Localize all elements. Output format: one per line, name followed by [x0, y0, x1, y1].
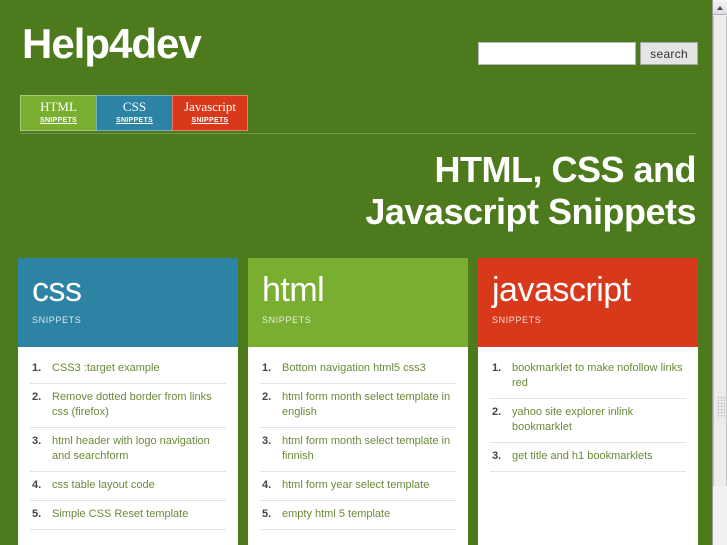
list-item[interactable]: html form month select template in engli…	[260, 384, 456, 428]
list-item[interactable]: html form month select template in finni…	[260, 428, 456, 472]
nav-tab-css-sub: SNIPPETS	[115, 117, 154, 124]
list-item[interactable]: css table layout code	[30, 472, 226, 501]
snippet-card-css-header[interactable]: css SNIPPETS	[18, 258, 238, 347]
nav-tab-html-sub: SNIPPETS	[39, 117, 78, 124]
nav-tab-javascript-title: Javascript	[184, 99, 236, 114]
list-item[interactable]: Remove dotted border from links css (fir…	[30, 384, 226, 428]
nav-tab-css[interactable]: CSS SNIPPETS	[96, 95, 172, 131]
snippet-link[interactable]: empty html 5 template	[282, 508, 390, 520]
snippet-link[interactable]: get title and h1 bookmarklets	[512, 450, 653, 462]
list-item[interactable]: Simple CSS Reset template	[30, 501, 226, 530]
snippet-list-javascript: bookmarklet to make nofollow links red y…	[478, 347, 698, 472]
snippet-link[interactable]: html form month select template in finni…	[282, 435, 450, 462]
page-title-line-1: HTML, CSS and	[434, 149, 697, 190]
snippet-card-javascript-subtitle: SNIPPETS	[492, 315, 542, 325]
snippet-card-javascript: javascript SNIPPETS bookmarklet to make …	[478, 258, 698, 545]
snippet-card-css-title: css	[32, 271, 82, 309]
snippet-link[interactable]: Simple CSS Reset template	[52, 508, 188, 520]
list-item[interactable]: html header with logo navigation and sea…	[30, 428, 226, 472]
list-item[interactable]: bookmarklet to make nofollow links red	[490, 355, 686, 399]
list-item[interactable]: empty html 5 template	[260, 501, 456, 530]
search-input[interactable]	[478, 42, 637, 65]
list-item[interactable]: CSS3 :target example	[30, 355, 226, 384]
nav-tab-javascript-sub: SNIPPETS	[191, 117, 229, 124]
page-title-line-2: Javascript Snippets	[365, 191, 696, 232]
list-item[interactable]: Bottom navigation html5 css3	[260, 355, 456, 384]
header-divider	[20, 133, 696, 134]
vertical-scrollbar[interactable]	[712, 0, 727, 545]
main-navigation: HTML SNIPPETS CSS SNIPPETS Javascript SN…	[20, 95, 248, 131]
snippet-link[interactable]: html form month select template in engli…	[282, 391, 450, 418]
snippet-card-html-title: html	[262, 271, 325, 309]
site-header: Help4dev search HTML SNIPPETS CSS SNIPPE…	[0, 0, 712, 143]
snippet-list-html: Bottom navigation html5 css3 html form m…	[248, 347, 468, 530]
list-item[interactable]: get title and h1 bookmarklets	[490, 443, 686, 472]
snippet-card-javascript-title: javascript	[492, 271, 631, 309]
search-button[interactable]: search	[640, 42, 698, 65]
nav-tab-javascript[interactable]: Javascript SNIPPETS	[172, 95, 248, 131]
list-item[interactable]: yahoo site explorer inlink bookmarklet	[490, 399, 686, 443]
snippet-link[interactable]: Bottom navigation html5 css3	[282, 362, 426, 374]
snippet-link[interactable]: yahoo site explorer inlink bookmarklet	[512, 406, 633, 433]
snippet-card-grid: css SNIPPETS CSS3 :target example Remove…	[18, 258, 698, 545]
snippet-list-css: CSS3 :target example Remove dotted borde…	[18, 347, 238, 530]
snippet-link[interactable]: html form year select template	[282, 479, 429, 491]
scrollbar-grip	[717, 396, 725, 418]
snippet-card-css-subtitle: SNIPPETS	[32, 315, 82, 325]
snippet-card-html: html SNIPPETS Bottom navigation html5 cs…	[248, 258, 468, 545]
nav-tab-css-title: CSS	[122, 99, 147, 114]
snippet-link[interactable]: CSS3 :target example	[52, 362, 160, 374]
nav-tab-html[interactable]: HTML SNIPPETS	[20, 95, 96, 131]
snippet-link[interactable]: bookmarklet to make nofollow links red	[512, 362, 683, 389]
snippet-link[interactable]: css table layout code	[52, 479, 155, 491]
snippet-card-javascript-header[interactable]: javascript SNIPPETS	[478, 258, 698, 347]
snippet-card-css: css SNIPPETS CSS3 :target example Remove…	[18, 258, 238, 545]
snippet-card-html-header[interactable]: html SNIPPETS	[248, 258, 468, 347]
site-logo[interactable]: Help4dev	[22, 23, 202, 65]
scroll-up-icon[interactable]	[713, 0, 727, 15]
nav-tab-html-title: HTML	[40, 99, 77, 114]
search-form: search	[478, 42, 698, 65]
snippet-card-html-subtitle: SNIPPETS	[262, 315, 312, 325]
page-viewport: Help4dev search HTML SNIPPETS CSS SNIPPE…	[0, 0, 712, 545]
snippet-link[interactable]: Remove dotted border from links css (fir…	[52, 391, 212, 418]
page-title: HTML, CSS and Javascript Snippets	[0, 143, 696, 233]
list-item[interactable]: html form year select template	[260, 472, 456, 501]
scrollbar-thumb[interactable]	[713, 16, 727, 486]
snippet-link[interactable]: html header with logo navigation and sea…	[52, 435, 210, 462]
